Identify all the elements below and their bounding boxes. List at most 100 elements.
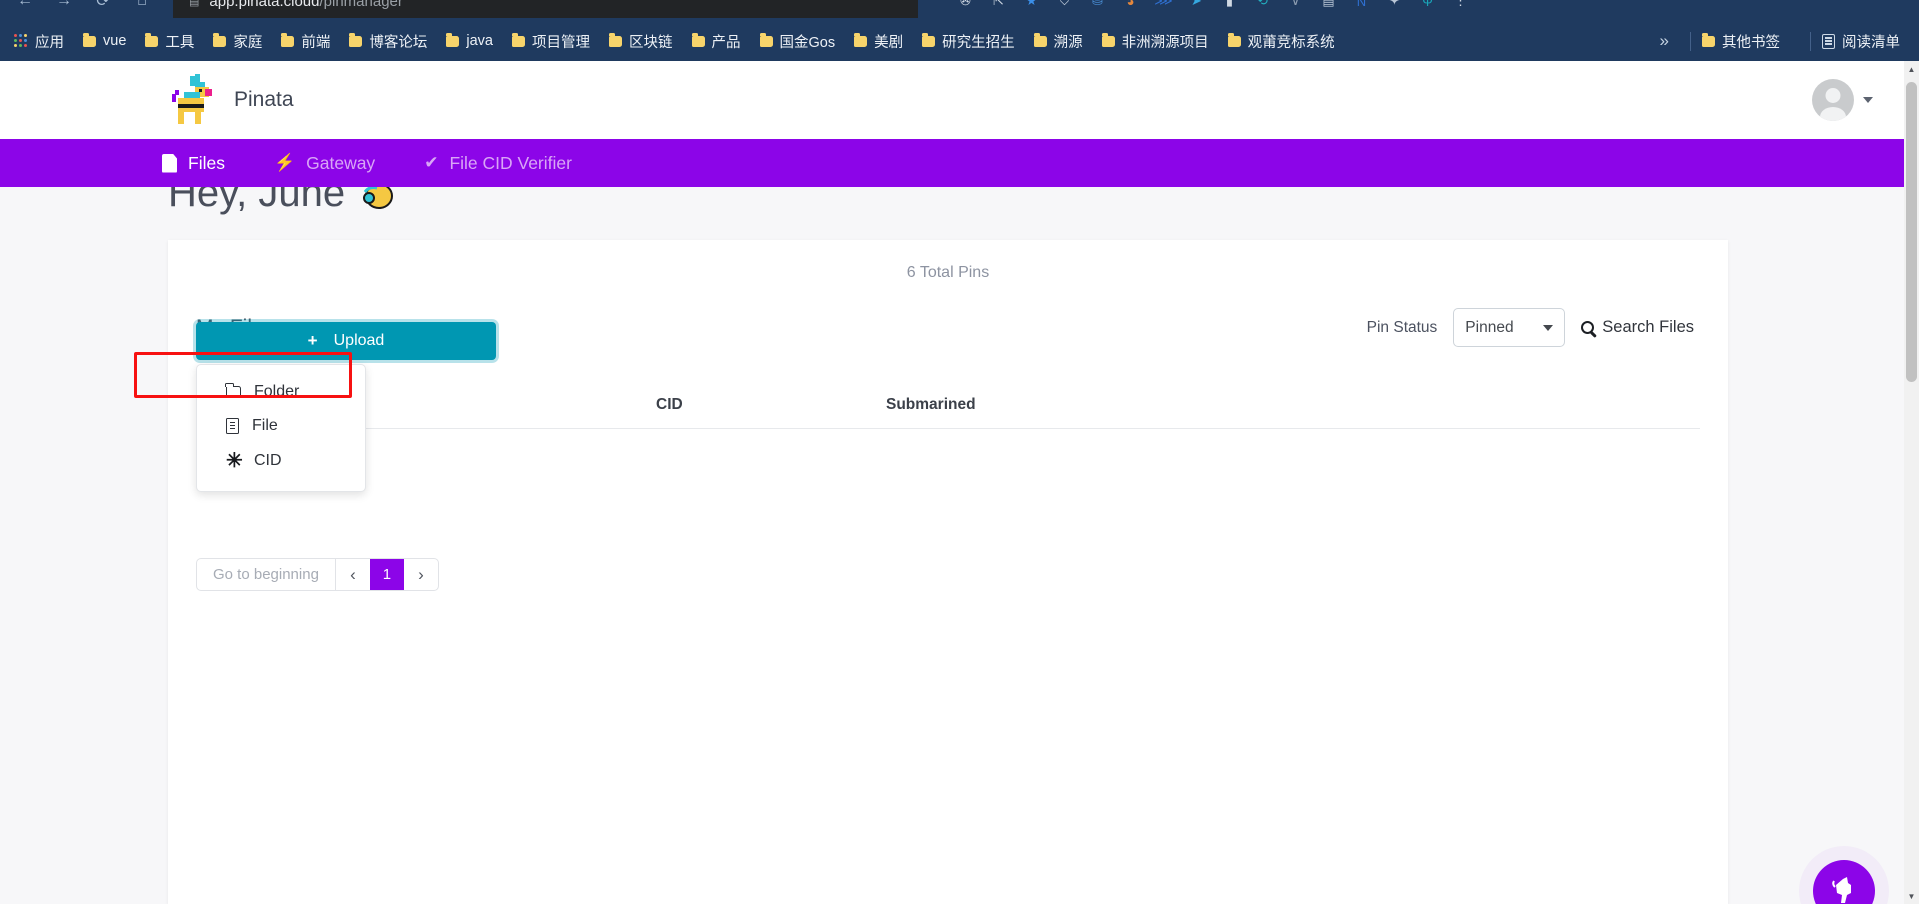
folder-icon: [1227, 33, 1241, 47]
bookmark-label: 项目管理: [532, 34, 590, 51]
page-icon[interactable]: ▤: [1319, 0, 1338, 11]
brand-name: Pinata: [234, 88, 294, 111]
page-content: Hey, June 6 Total Pins My Files Pin Stat…: [0, 187, 1919, 904]
previous-page-button[interactable]: ‹: [336, 559, 370, 590]
browser-nav-buttons: ← → ⟳ ⌂: [0, 0, 153, 12]
bookmark-label: 其他书签: [1722, 34, 1780, 51]
search-files-label: Search Files: [1602, 318, 1694, 336]
v-icon[interactable]: ∨: [1286, 0, 1305, 11]
reload-icon[interactable]: ⟳: [92, 0, 114, 12]
upload-menu-item-file[interactable]: File: [197, 409, 365, 443]
bookmark-us-drama[interactable]: 美剧: [854, 31, 903, 52]
bookmark-africa-traceability[interactable]: 非洲溯源项目: [1101, 31, 1209, 52]
share-icon[interactable]: ⇱: [989, 0, 1008, 11]
folder-icon: [922, 33, 936, 47]
greeting-text: Hey, June: [168, 187, 346, 215]
home-icon[interactable]: ⌂: [131, 0, 153, 12]
search-files-button[interactable]: Search Files: [1581, 318, 1694, 337]
refresh-icon[interactable]: ⟲: [1253, 0, 1272, 11]
menu-item-label: File: [252, 417, 278, 434]
browser-menu-icon[interactable]: ⋮: [1451, 0, 1470, 11]
chat-fab-button[interactable]: [1813, 860, 1875, 904]
bookmark-reading-list[interactable]: 阅读清单: [1822, 31, 1900, 52]
upload-button[interactable]: + Upload: [196, 322, 496, 360]
browser-toolbar: ← → ⟳ ⌂ ▤ app.pinata.cloud/pinmanager ✇ …: [0, 0, 1919, 22]
bookmark-blog-forum[interactable]: 博客论坛: [349, 31, 427, 52]
avatar-icon[interactable]: [1812, 79, 1854, 121]
bookmark-star-icon[interactable]: ★: [1022, 0, 1041, 11]
bookmark-label: 家庭: [233, 34, 263, 51]
bookmark-grad-admission[interactable]: 研究生招生: [922, 31, 1015, 52]
upload-label: Upload: [333, 332, 385, 349]
upload-menu-item-cid[interactable]: ✳ CID: [197, 443, 365, 479]
bookmarks-overflow-icon[interactable]: »: [1660, 31, 1669, 51]
puzzle-icon[interactable]: ✦: [1385, 0, 1404, 11]
page-number-1[interactable]: 1: [369, 559, 404, 590]
bookmark-family[interactable]: 家庭: [213, 31, 262, 52]
account-menu[interactable]: [1812, 79, 1873, 121]
folder-icon: [1101, 33, 1115, 47]
telegram-icon[interactable]: ➤: [1187, 0, 1206, 11]
nav-label: File CID Verifier: [449, 152, 572, 173]
double-check-icon: ✔: [424, 153, 439, 172]
search-icon: [1581, 321, 1595, 334]
next-page-button[interactable]: ›: [404, 559, 438, 590]
nav-icon[interactable]: ⋙: [1154, 0, 1173, 11]
files-table-header: CID Submarined: [196, 396, 1700, 429]
fox-icon[interactable]: ◕: [1121, 0, 1140, 11]
nav-item-file-cid-verifier[interactable]: ✔ File CID Verifier: [424, 153, 572, 174]
nav-item-gateway[interactable]: ⚡ Gateway: [274, 153, 375, 174]
pagination: Go to beginning ‹ 1 ›: [196, 558, 439, 591]
reading-list-icon: [1822, 33, 1835, 49]
forward-arrow-icon[interactable]: →: [53, 0, 75, 12]
translate-icon[interactable]: ⛁: [1088, 0, 1107, 11]
column-header-submarined: Submarined: [886, 396, 976, 413]
bookmark-blockchain[interactable]: 区块链: [609, 31, 673, 52]
folder-icon: [281, 33, 295, 47]
pinata-chat-icon: [1829, 875, 1859, 904]
nav-item-files[interactable]: Files: [162, 153, 225, 174]
scroll-up-arrow[interactable]: ▲: [1904, 61, 1919, 77]
address-bar[interactable]: ▤ app.pinata.cloud/pinmanager: [173, 0, 918, 18]
pinata-logo-icon: [170, 72, 216, 128]
brand[interactable]: Pinata: [170, 72, 294, 128]
bookmark-vue[interactable]: vue: [83, 33, 126, 49]
bookmark-product[interactable]: 产品: [691, 31, 741, 52]
folder-icon: [512, 33, 525, 47]
bookmarks-divider-2: [1810, 31, 1811, 51]
n-icon[interactable]: Ν: [1352, 0, 1371, 11]
bookmark-label: 观莆竞标系统: [1247, 34, 1335, 51]
bookmark-label: 区块链: [629, 34, 673, 51]
extension-icon[interactable]: ✇: [956, 0, 975, 11]
bookmark-other-bookmarks[interactable]: 其他书签: [1702, 31, 1780, 52]
chevron-down-icon[interactable]: [1863, 97, 1873, 103]
bookmark-frontend[interactable]: 前端: [281, 31, 330, 52]
page-info-icon[interactable]: ▤: [189, 0, 199, 8]
bookmark-apps[interactable]: 应用: [14, 31, 64, 52]
web-page: Pinata Files ⚡ Gateway ✔ File CID Verifi…: [0, 61, 1919, 904]
bookmark-java[interactable]: java: [446, 33, 493, 49]
bookmark-project-management[interactable]: 项目管理: [512, 31, 590, 52]
pin-status-select[interactable]: Pinned: [1453, 308, 1566, 347]
wallet-icon[interactable]: ▮: [1220, 0, 1239, 11]
page-scrollbar[interactable]: ▲ ▼: [1904, 0, 1919, 904]
folder-icon: [213, 33, 227, 47]
upload-menu-item-folder[interactable]: Folder: [197, 375, 365, 409]
go-to-beginning-button[interactable]: Go to beginning: [197, 559, 336, 590]
pin-status-value: Pinned: [1465, 318, 1514, 336]
extension-icons: ✇ ⇱ ★ ⛉ ⛁ ◕ ⋙ ➤ ▮ ⟲ ∨ ▤ Ν ✦ Ψ ⋮: [956, 0, 1470, 11]
bookmark-bidding-system[interactable]: 观莆竞标系统: [1227, 31, 1335, 52]
bookmark-tools[interactable]: 工具: [145, 31, 194, 52]
vpn-icon[interactable]: Ψ: [1418, 0, 1437, 11]
files-card: 6 Total Pins My Files Pin Status Pinned …: [134, 240, 1728, 904]
bookmark-label: 美剧: [874, 34, 904, 51]
shield-icon[interactable]: ⛉: [1055, 0, 1074, 11]
back-arrow-icon[interactable]: ←: [14, 0, 36, 12]
menu-item-label: Folder: [254, 383, 300, 400]
nav-label: Files: [188, 152, 225, 173]
scroll-down-arrow[interactable]: ▼: [1904, 888, 1919, 904]
scrollbar-thumb[interactable]: [1906, 82, 1917, 382]
bookmark-traceability[interactable]: 溯源: [1033, 31, 1083, 52]
bookmark-guojin-gos[interactable]: 国金Gos: [759, 31, 835, 52]
pin-status-label: Pin Status: [1366, 318, 1438, 336]
